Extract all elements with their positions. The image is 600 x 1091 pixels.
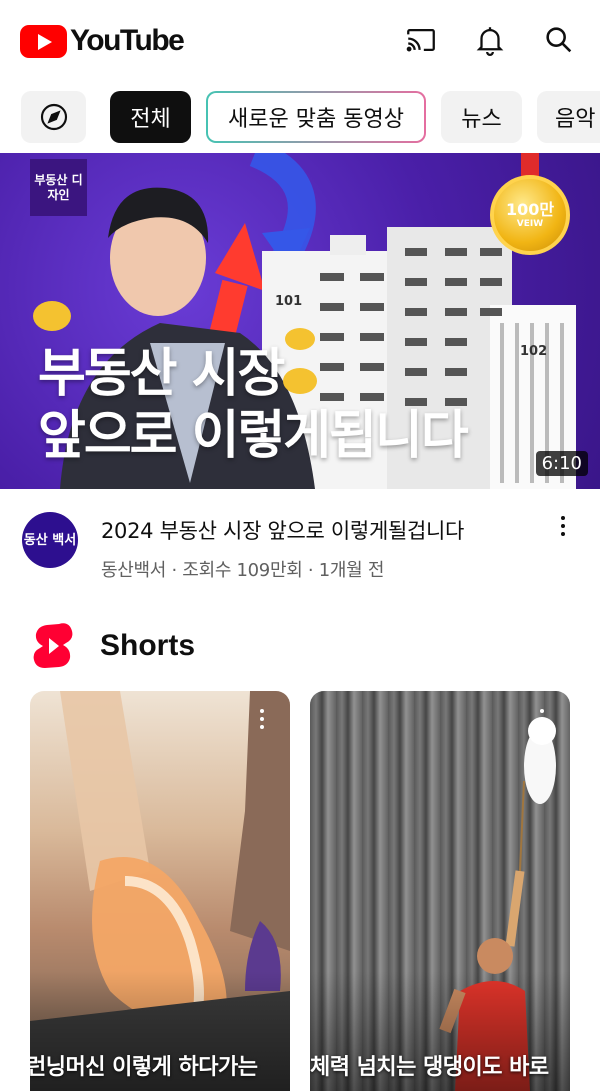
youtube-play-icon: [20, 24, 67, 58]
thumbnail-title-line1: 부동산 시장: [38, 344, 285, 404]
more-options-icon[interactable]: [553, 512, 573, 540]
shorts-more-icon[interactable]: [252, 705, 272, 733]
bell-icon[interactable]: [472, 22, 508, 58]
logo-text: YouTube: [70, 24, 185, 57]
channel-avatar[interactable]: 동산 백서: [22, 512, 78, 568]
shorts-caption: 런닝머신 이렇게 하다가는: [30, 1055, 258, 1080]
chip-music[interactable]: 음악: [537, 91, 600, 143]
video-thumbnail[interactable]: 부동산 디자인 100만 VEIW 101 102 부동산 시장 앞으로 이렇게…: [0, 153, 600, 489]
filter-chip-bar: 전체 새로운 맞춤 동영상 뉴스 음악: [0, 91, 600, 143]
thumbnail-title-line2: 앞으로 이렇게됩니다: [38, 406, 469, 466]
compass-icon: [40, 103, 67, 131]
search-icon[interactable]: [541, 22, 577, 58]
chip-new-for-you[interactable]: 새로운 맞춤 동영상: [206, 91, 426, 143]
video-metadata: 동산백서 · 조회수 109만회 · 1개월 전: [101, 560, 385, 581]
shorts-card[interactable]: 체력 넘치는 댕댕이도 바로: [310, 691, 570, 1091]
shorts-label: Shorts: [100, 629, 196, 662]
medal-ribbon: [521, 153, 539, 177]
thumbnail-channel-badge: 부동산 디자인: [30, 159, 87, 216]
explore-chip[interactable]: [21, 91, 86, 143]
medal-main-text: 100만: [505, 200, 555, 219]
shorts-more-icon[interactable]: [532, 705, 552, 733]
cast-icon[interactable]: [403, 22, 439, 58]
shorts-card[interactable]: 런닝머신 이렇게 하다가는: [30, 691, 290, 1091]
video-duration: 6:10: [535, 451, 588, 476]
building-label-101: 101: [275, 294, 303, 309]
shorts-shelf-header: Shorts: [33, 622, 195, 670]
chip-news[interactable]: 뉴스: [441, 91, 522, 143]
shorts-caption: 체력 넘치는 댕댕이도 바로: [310, 1055, 549, 1080]
shorts-icon: [33, 623, 73, 668]
video-title[interactable]: 2024 부동산 시장 앞으로 이렇게될겁니다: [101, 515, 464, 545]
building-label-102: 102: [520, 344, 548, 359]
thumbnail-title: 부동산 시장 앞으로 이렇게됩니다: [38, 343, 469, 467]
chip-all[interactable]: 전체: [110, 91, 191, 143]
youtube-logo[interactable]: YouTube: [20, 24, 185, 58]
medal-sub-text: VEIW: [516, 219, 544, 229]
top-app-bar: YouTube: [0, 0, 600, 82]
view-medal: 100만 VEIW: [490, 175, 570, 255]
